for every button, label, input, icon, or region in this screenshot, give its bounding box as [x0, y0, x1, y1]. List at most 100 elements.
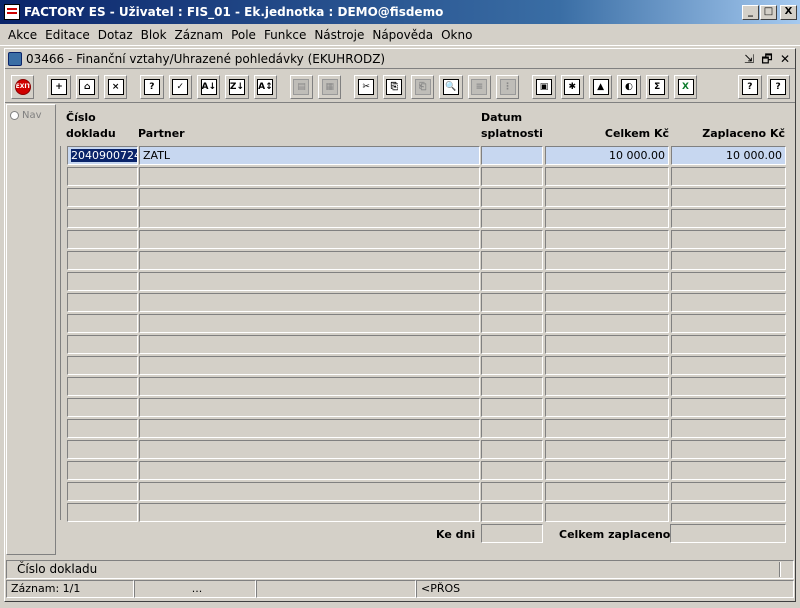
cell-cislo[interactable] — [67, 230, 138, 249]
cell-cislo[interactable] — [67, 356, 138, 375]
cell-partner[interactable] — [139, 503, 480, 522]
menu-okno[interactable]: Okno — [441, 28, 472, 42]
execute-query-button[interactable]: ✓ — [168, 74, 192, 99]
cell-partner[interactable] — [139, 482, 480, 501]
menu-napoveda[interactable]: Nápověda — [372, 28, 433, 42]
sum-button[interactable]: Σ — [645, 74, 669, 99]
cell-partner[interactable] — [139, 209, 480, 228]
close-button[interactable]: X — [780, 4, 797, 20]
cell-zaplaceno[interactable] — [671, 251, 786, 270]
excel-button[interactable]: X — [673, 74, 698, 99]
cell-zaplaceno[interactable] — [671, 482, 786, 501]
cell-celkem[interactable] — [545, 272, 669, 291]
sort-custom-button[interactable]: A↕ — [253, 74, 277, 99]
cell-celkem[interactable] — [545, 503, 669, 522]
cell-datum[interactable] — [481, 503, 543, 522]
cell-datum[interactable] — [481, 314, 543, 333]
cell-zaplaceno[interactable] — [671, 272, 786, 291]
cell-datum[interactable] — [481, 419, 543, 438]
cell-partner[interactable] — [139, 167, 480, 186]
insert-record-button[interactable]: + — [47, 74, 71, 99]
form-close-icon[interactable]: ✕ — [777, 52, 793, 66]
cell-cislo[interactable]: 2040900724 — [67, 146, 138, 165]
help-button[interactable]: ? — [738, 74, 762, 99]
cell-datum[interactable] — [481, 167, 543, 186]
cell-zaplaceno[interactable] — [671, 440, 786, 459]
cell-celkem[interactable] — [545, 314, 669, 333]
cell-zaplaceno[interactable] — [671, 461, 786, 480]
cell-datum[interactable] — [481, 440, 543, 459]
cell-cislo[interactable] — [67, 293, 138, 312]
cell-celkem[interactable] — [545, 482, 669, 501]
cell-celkem[interactable] — [545, 461, 669, 480]
menu-dotaz[interactable]: Dotaz — [98, 28, 133, 42]
record-scrollbar[interactable] — [60, 146, 68, 520]
cell-cislo[interactable] — [67, 209, 138, 228]
maximize-button[interactable]: □ — [760, 4, 777, 20]
minimize-button[interactable]: _ — [742, 4, 759, 20]
search-button[interactable]: 🔍 — [439, 74, 463, 99]
cell-partner[interactable] — [139, 356, 480, 375]
layout-button-2[interactable]: ▦ — [318, 74, 342, 99]
cell-celkem[interactable] — [545, 293, 669, 312]
list-button[interactable]: ≡ — [467, 74, 491, 99]
cell-celkem[interactable] — [545, 398, 669, 417]
context-help-button[interactable]: ? — [766, 74, 790, 99]
cell-celkem[interactable] — [545, 377, 669, 396]
ke-dni-field[interactable] — [481, 524, 543, 543]
cell-celkem[interactable] — [545, 440, 669, 459]
form-restore-icon[interactable]: 🗗 — [759, 52, 775, 66]
menu-editace[interactable]: Editace — [45, 28, 90, 42]
menu-akce[interactable]: Akce — [8, 28, 37, 42]
cell-partner[interactable] — [139, 461, 480, 480]
cell-cislo[interactable] — [67, 419, 138, 438]
cell-partner[interactable] — [139, 251, 480, 270]
cell-cislo[interactable] — [67, 314, 138, 333]
cut-button[interactable]: ✂ — [354, 74, 378, 99]
cell-zaplaceno[interactable] — [671, 503, 786, 522]
cell-datum[interactable] — [481, 209, 543, 228]
cell-zaplaceno[interactable] — [671, 293, 786, 312]
cell-datum[interactable] — [481, 335, 543, 354]
cell-celkem[interactable] — [545, 209, 669, 228]
cell-datum[interactable] — [481, 398, 543, 417]
menu-funkce[interactable]: Funkce — [264, 28, 306, 42]
cell-cislo[interactable] — [67, 188, 138, 207]
cell-datum[interactable] — [481, 377, 543, 396]
menu-blok[interactable]: Blok — [141, 28, 167, 42]
cell-celkem[interactable] — [545, 167, 669, 186]
cell-celkem[interactable] — [545, 230, 669, 249]
cell-celkem[interactable] — [545, 419, 669, 438]
cell-cislo[interactable] — [67, 482, 138, 501]
cell-datum[interactable] — [481, 230, 543, 249]
cell-zaplaceno[interactable] — [671, 398, 786, 417]
cell-cislo[interactable] — [67, 272, 138, 291]
menu-zaznam[interactable]: Záznam — [175, 28, 224, 42]
cell-datum[interactable] — [481, 356, 543, 375]
paste-button[interactable]: ⎗ — [411, 74, 435, 99]
cell-zaplaceno[interactable] — [671, 314, 786, 333]
cell-celkem[interactable] — [545, 335, 669, 354]
cell-datum[interactable] — [481, 293, 543, 312]
cell-cislo[interactable] — [67, 398, 138, 417]
cell-partner[interactable] — [139, 314, 480, 333]
cell-zaplaceno[interactable]: 10 000.00 — [671, 146, 786, 165]
cell-zaplaceno[interactable] — [671, 230, 786, 249]
cell-celkem[interactable]: 10 000.00 — [545, 146, 669, 165]
cell-cislo[interactable] — [67, 440, 138, 459]
cell-zaplaceno[interactable] — [671, 167, 786, 186]
cell-cislo[interactable] — [67, 167, 138, 186]
cell-partner[interactable] — [139, 398, 480, 417]
cell-celkem[interactable] — [545, 356, 669, 375]
calendar-button[interactable]: ◐ — [617, 74, 641, 99]
cell-zaplaceno[interactable] — [671, 377, 786, 396]
cell-partner[interactable]: ZATL — [139, 146, 480, 165]
chart-button[interactable]: ▲ — [588, 74, 613, 99]
cell-zaplaceno[interactable] — [671, 209, 786, 228]
cell-zaplaceno[interactable] — [671, 356, 786, 375]
cell-partner[interactable] — [139, 188, 480, 207]
menu-nastroje[interactable]: Nástroje — [314, 28, 364, 42]
app-icon[interactable] — [4, 4, 20, 20]
layout-button-1[interactable]: ▤ — [289, 74, 314, 99]
cell-partner[interactable] — [139, 377, 480, 396]
